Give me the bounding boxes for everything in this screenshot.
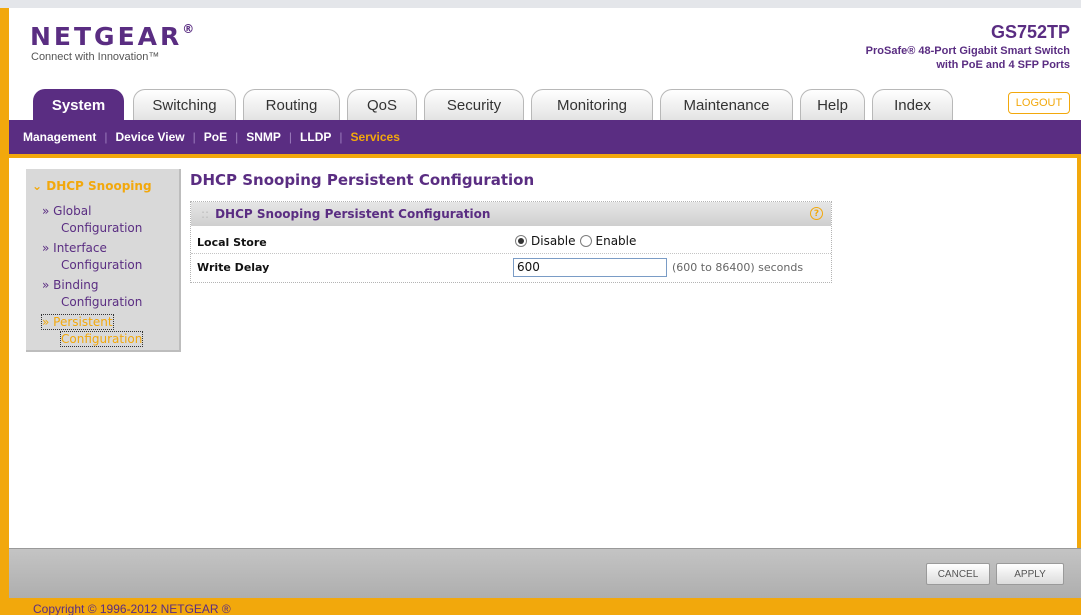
subnav-separator: | — [235, 130, 239, 144]
right-accent-bar — [1077, 154, 1081, 548]
tagline: Connect with Innovation™ — [31, 51, 160, 63]
config-panel: :: DHCP Snooping Persistent Configuratio… — [190, 201, 832, 283]
sidebar-item-label: Configuration — [42, 331, 172, 348]
local-store-enable-label: Enable — [595, 234, 637, 248]
subnav-device-view[interactable]: Device View — [115, 130, 184, 144]
write-delay-input[interactable]: 600 — [513, 258, 667, 277]
sidebar-item-label: Configuration — [61, 295, 143, 309]
local-store-enable-radio[interactable] — [579, 235, 592, 247]
logo-text: NETGEAR — [30, 22, 183, 51]
local-store-disable-radio[interactable] — [515, 235, 527, 247]
subnav-separator: | — [339, 130, 343, 144]
tab-maintenance[interactable]: Maintenance — [660, 89, 793, 120]
sidebar-item-global-configuration[interactable]: » Global Configuration — [42, 203, 172, 237]
tab-switching[interactable]: Switching — [133, 89, 236, 120]
sidebar-item-label: » Persistent — [41, 314, 114, 330]
tab-security[interactable]: Security — [424, 89, 524, 120]
page-title: DHCP Snooping Persistent Configuration — [190, 171, 535, 189]
sidebar-item-label: » Interface — [42, 241, 107, 255]
top-strip — [0, 0, 1081, 8]
subnav-management[interactable]: Management — [23, 130, 96, 144]
subnav-lldp[interactable]: LLDP — [300, 130, 331, 144]
sidebar-heading[interactable]: ⌄ DHCP Snooping — [32, 179, 152, 193]
sidebar: ⌄ DHCP Snooping » Global Configuration »… — [26, 169, 181, 352]
tab-help[interactable]: Help — [800, 89, 865, 120]
subnav-separator: | — [288, 130, 293, 144]
drag-handle-icon: :: — [201, 207, 210, 221]
sub-navigation: Management | Device View | PoE | SNMP | … — [9, 120, 1081, 154]
sidebar-item-label: Configuration — [61, 258, 143, 272]
model-description: ProSafe® 48-Port Gigabit Smart Switch wi… — [866, 44, 1070, 72]
logout-button[interactable]: LOGOUT — [1008, 92, 1070, 114]
model-desc-line2: with PoE and 4 SFP Ports — [936, 59, 1070, 71]
chevron-down-icon: ⌄ — [32, 179, 47, 193]
model-desc-line1: ProSafe® 48-Port Gigabit Smart Switch — [865, 45, 1070, 57]
sidebar-item-persistent-configuration[interactable]: » Persistent Configuration — [41, 314, 172, 348]
subnav-accent-line — [9, 154, 1081, 164]
panel-title: DHCP Snooping Persistent Configuration — [215, 207, 491, 221]
apply-button[interactable]: APPLY — [996, 563, 1064, 585]
subnav-snmp[interactable]: SNMP — [246, 130, 281, 144]
subnav-separator: | — [104, 130, 108, 144]
main-tabs: System Switching Routing QoS Security Mo… — [9, 82, 1081, 120]
sidebar-heading-label: DHCP Snooping — [46, 179, 152, 193]
panel-header: :: DHCP Snooping Persistent Configuratio… — [191, 202, 831, 226]
local-store-disable-label: Disable — [531, 234, 576, 248]
subnav-poe[interactable]: PoE — [204, 130, 227, 144]
write-delay-range-hint: (600 to 86400) seconds — [672, 261, 804, 274]
row-divider — [191, 253, 831, 254]
netgear-logo[interactable]: NETGEAR® — [30, 22, 197, 51]
cancel-button[interactable]: CANCEL — [926, 563, 990, 585]
copyright: Copyright © 1996-2012 NETGEAR ® — [9, 598, 1081, 615]
sidebar-item-label-text: Configuration — [59, 331, 144, 347]
tab-monitoring[interactable]: Monitoring — [531, 89, 653, 120]
app-window: NETGEAR® Connect with Innovation™ GS752T… — [0, 0, 1081, 615]
logo-mark: ® — [182, 22, 198, 36]
help-icon[interactable]: ? — [810, 207, 823, 220]
local-store-label: Local Store — [197, 236, 267, 249]
model-name: GS752TP — [990, 22, 1070, 42]
sidebar-item-interface-configuration[interactable]: » Interface Configuration — [42, 240, 172, 274]
tab-system[interactable]: System — [33, 89, 124, 120]
header: NETGEAR® Connect with Innovation™ GS752T… — [9, 8, 1081, 82]
local-store-radio-group: Disable Enable — [515, 234, 640, 248]
sidebar-item-binding-configuration[interactable]: » Binding Configuration — [42, 277, 172, 311]
write-delay-label: Write Delay — [197, 261, 270, 274]
subnav-separator: | — [192, 130, 196, 144]
tab-qos[interactable]: QoS — [347, 89, 417, 120]
footer-bar: CANCEL APPLY — [9, 548, 1081, 598]
sidebar-item-label: » Global — [42, 204, 92, 218]
sidebar-item-label: Configuration — [61, 221, 143, 235]
left-accent-bar — [0, 8, 9, 615]
sidebar-item-label: » Binding — [42, 278, 99, 292]
subnav-services[interactable]: Services — [351, 130, 400, 144]
tab-routing[interactable]: Routing — [243, 89, 340, 120]
tab-index[interactable]: Index — [872, 89, 953, 120]
